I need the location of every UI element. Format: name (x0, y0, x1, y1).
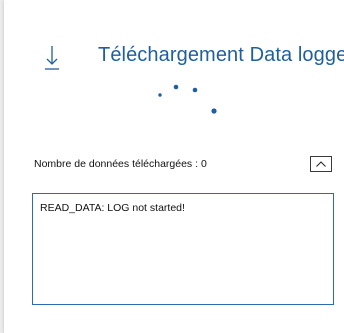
log-output-textarea[interactable]: READ_DATA: LOG not started! (32, 193, 334, 305)
data-logger-download-panel: Téléchargement Data logger Nombre de don… (4, 0, 344, 333)
downloaded-count-label: Nombre de données téléchargées : 0 (34, 158, 207, 170)
collapse-button[interactable] (310, 156, 332, 172)
chevron-up-icon (315, 155, 327, 173)
loading-dots-icon (154, 82, 224, 118)
page-title: Téléchargement Data logger (98, 44, 344, 66)
download-arrow-icon (44, 44, 60, 72)
